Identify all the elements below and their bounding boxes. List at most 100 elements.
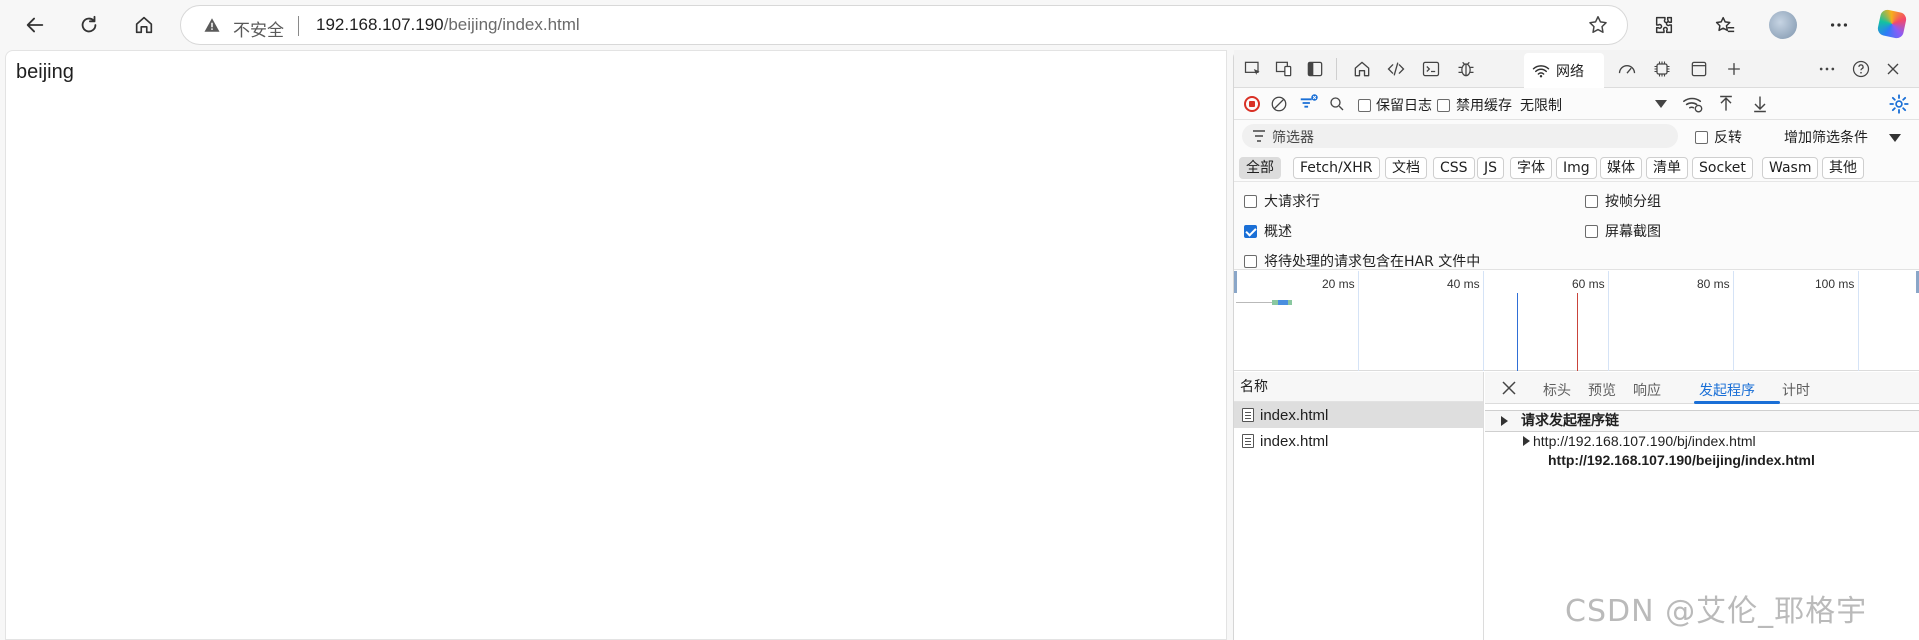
big-rows-option[interactable]: 大请求行 <box>1244 191 1320 211</box>
clear-icon[interactable] <box>1270 95 1288 113</box>
har-pending-option[interactable]: 将待处理的请求包含在HAR 文件中 <box>1244 251 1480 271</box>
tab-initiator[interactable]: 发起程序 <box>1699 380 1755 400</box>
tab-timing[interactable]: 计时 <box>1782 380 1810 400</box>
settings-gear-icon[interactable] <box>1888 93 1910 115</box>
document-icon <box>1242 434 1254 448</box>
type-filter-all[interactable]: 全部 <box>1239 157 1281 179</box>
profile-avatar[interactable] <box>1769 11 1797 39</box>
dock-side-icon[interactable] <box>1302 57 1328 81</box>
application-panel-icon[interactable] <box>1686 57 1712 81</box>
bug-icon[interactable] <box>1453 57 1479 81</box>
ellipsis-icon <box>1830 23 1848 27</box>
add-tab-plus-icon[interactable] <box>1721 57 1747 81</box>
network-conditions-icon[interactable] <box>1682 93 1704 115</box>
devtools-more-icon[interactable] <box>1814 57 1840 81</box>
throttle-select[interactable]: 无限制 <box>1520 95 1562 115</box>
big-rows-label: 大请求行 <box>1264 194 1320 210</box>
tab-preview[interactable]: 预览 <box>1588 380 1616 400</box>
tab-headers[interactable]: 标头 <box>1543 380 1571 400</box>
filter-row: 筛选器 反转 增加筛选条件 <box>1234 120 1919 152</box>
url-path: /beijing/index.html <box>443 15 580 34</box>
timeline-left-handle[interactable] <box>1234 271 1237 293</box>
request-row[interactable]: index.html <box>1234 402 1483 428</box>
type-filter-socket[interactable]: Socket <box>1692 157 1753 179</box>
favorites-button[interactable] <box>1708 8 1742 42</box>
filter-input[interactable]: 筛选器 <box>1242 124 1678 148</box>
gridline <box>1608 271 1609 371</box>
reload-button[interactable] <box>72 8 106 42</box>
arrow-left-icon <box>26 17 44 33</box>
back-button[interactable] <box>18 8 52 42</box>
address-bar[interactable]: 不安全 192.168.107.190/beijing/index.html <box>180 5 1628 45</box>
active-tab-indicator <box>1694 401 1780 404</box>
tab-response[interactable]: 响应 <box>1633 380 1661 400</box>
record-stop-icon[interactable] <box>1244 96 1260 112</box>
close-detail-icon[interactable] <box>1501 380 1517 396</box>
performance-gauge-icon[interactable] <box>1614 57 1640 81</box>
memory-chip-icon[interactable] <box>1649 57 1675 81</box>
more-menu-button[interactable] <box>1822 8 1856 42</box>
timeline-tick-label: 40 ms <box>1447 277 1480 291</box>
tab-divider <box>1336 58 1337 80</box>
type-filter-wasm[interactable]: Wasm <box>1762 157 1819 179</box>
type-filter-font[interactable]: 字体 <box>1510 157 1552 179</box>
type-filter-css[interactable]: CSS <box>1433 157 1475 179</box>
screenshots-option[interactable]: 屏幕截图 <box>1585 221 1661 241</box>
home-icon <box>135 16 153 34</box>
group-by-frame-checkbox[interactable] <box>1585 194 1598 208</box>
overview-option[interactable]: 概述 <box>1244 221 1292 241</box>
chevron-down-icon[interactable] <box>1654 98 1668 110</box>
initiator-chain-header[interactable]: 请求发起程序链 <box>1485 410 1919 432</box>
console-icon[interactable] <box>1418 57 1444 81</box>
filter-funnel-icon[interactable] <box>1298 92 1320 114</box>
import-har-icon[interactable] <box>1716 93 1736 115</box>
welcome-home-icon[interactable] <box>1349 57 1375 81</box>
invert-checkbox[interactable] <box>1695 129 1708 145</box>
search-icon[interactable] <box>1328 95 1346 113</box>
page-text: beijing <box>16 61 74 83</box>
home-button[interactable] <box>127 8 161 42</box>
extensions-button[interactable] <box>1647 8 1681 42</box>
more-filters-button[interactable]: 增加筛选条件 <box>1784 127 1868 147</box>
network-toolbar: 保留日志 禁用缓存 无限制 <box>1234 88 1919 120</box>
overview-checkbox[interactable] <box>1244 224 1257 238</box>
elements-code-icon[interactable] <box>1383 57 1409 81</box>
initiator-parent-url[interactable]: http://192.168.107.190/bj/index.html <box>1533 433 1756 449</box>
type-filter-manifest[interactable]: 清单 <box>1646 157 1688 179</box>
type-filter-media[interactable]: 媒体 <box>1600 157 1642 179</box>
favorite-star-icon[interactable] <box>1587 14 1609 36</box>
url-text[interactable]: 192.168.107.190/beijing/index.html <box>316 15 580 35</box>
screenshots-checkbox[interactable] <box>1585 224 1598 238</box>
request-list-header[interactable]: 名称 <box>1234 372 1483 402</box>
network-options: 大请求行 按帧分组 概述 屏幕截图 将待处理的请求包含在HAR 文件中 <box>1234 182 1919 270</box>
network-overview-timeline[interactable]: 20 ms 40 ms 60 ms 80 ms 100 ms <box>1234 271 1919 371</box>
document-icon <box>1242 408 1254 422</box>
more-filters-chevron-icon[interactable] <box>1888 132 1902 144</box>
help-icon[interactable] <box>1848 57 1874 81</box>
timeline-tick-label: 80 ms <box>1697 277 1730 291</box>
close-devtools-icon[interactable] <box>1880 57 1906 81</box>
type-filter-doc[interactable]: 文档 <box>1385 157 1427 179</box>
tab-network[interactable]: 网络 <box>1524 53 1604 88</box>
inspect-element-icon[interactable] <box>1240 57 1266 81</box>
request-row[interactable]: index.html <box>1234 428 1483 454</box>
export-har-icon[interactable] <box>1750 93 1770 115</box>
type-filter-fetch-xhr[interactable]: Fetch/XHR <box>1293 157 1380 179</box>
request-name: index.html <box>1260 406 1329 424</box>
group-by-frame-option[interactable]: 按帧分组 <box>1585 191 1661 211</box>
preserve-log-checkbox[interactable] <box>1358 97 1371 113</box>
disable-cache-checkbox[interactable] <box>1437 97 1450 113</box>
type-filter-img[interactable]: Img <box>1556 157 1597 179</box>
big-rows-checkbox[interactable] <box>1244 194 1257 208</box>
request-waterfall-line <box>1236 302 1274 303</box>
type-filter-other[interactable]: 其他 <box>1822 157 1864 179</box>
load-event-marker <box>1577 293 1578 371</box>
type-filter-js[interactable]: JS <box>1477 157 1505 179</box>
device-emulation-icon[interactable] <box>1271 57 1297 81</box>
security-label[interactable]: 不安全 <box>233 16 284 41</box>
disable-cache-label: 禁用缓存 <box>1456 98 1512 114</box>
expand-triangle-icon[interactable] <box>1523 436 1530 446</box>
devtools-panel: 网络 保留日志 禁用缓存 无限制 筛选器 反转 增加筛选条件 全部 Fetch/… <box>1233 50 1919 640</box>
har-pending-checkbox[interactable] <box>1244 254 1257 268</box>
copilot-icon[interactable] <box>1876 8 1908 40</box>
